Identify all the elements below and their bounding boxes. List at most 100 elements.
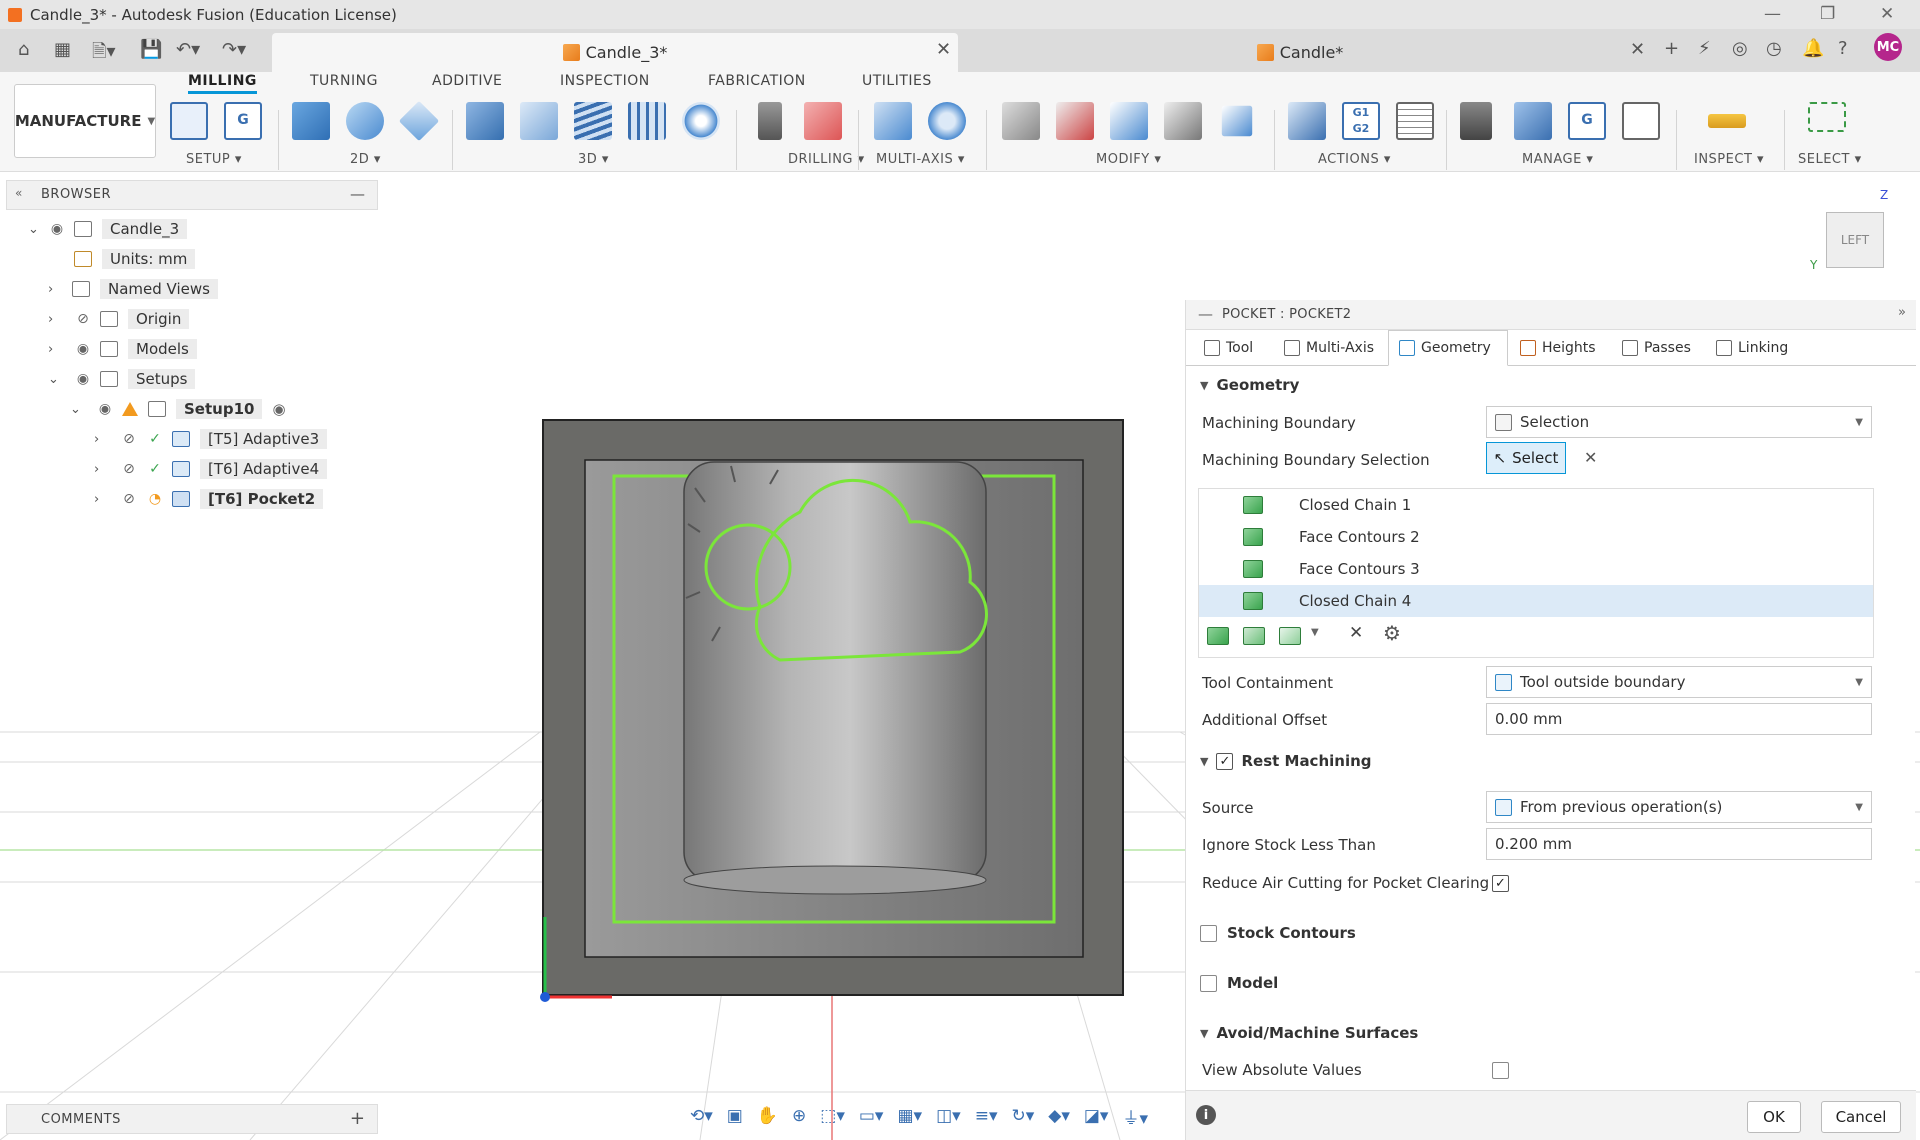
group-modify[interactable]: MODIFY ▾ [1096,152,1161,167]
close-tab-icon[interactable]: ✕ [1630,39,1645,60]
tab-geometry[interactable]: Geometry [1388,330,1508,366]
browser-item-pocket2[interactable]: › ⊘ ◔ [T6] Pocket2 [94,486,324,512]
machining-boundary-select[interactable]: Selection ▼ [1486,406,1872,438]
browser-item-models[interactable]: › ◉ Models [48,336,197,362]
list-item[interactable]: Face Contours 3 [1199,553,1873,585]
group-inspect[interactable]: INSPECT ▾ [1694,152,1764,167]
measure-icon[interactable] [1708,114,1746,128]
section-analysis-icon[interactable]: ◪▾ [1084,1106,1109,1126]
tab-turning[interactable]: TURNING [310,73,378,89]
machine-library-icon[interactable] [1514,102,1552,140]
group-select[interactable]: SELECT ▾ [1798,152,1862,167]
model-checkbox[interactable] [1200,974,1217,992]
notifications-icon[interactable]: 🔔 [1802,38,1824,59]
browser-item-origin[interactable]: › ⊘ Origin [48,306,190,332]
filter-icon[interactable]: ⏚▾ [1122,1104,1148,1129]
eye-icon[interactable]: ◉ [96,401,114,417]
tool-containment-select[interactable]: Tool outside boundary ▼ [1486,666,1872,698]
browser-item-setup10[interactable]: ⌄ ◉ Setup10 ◉ [70,396,286,422]
contour-2d-icon[interactable] [398,100,440,142]
template-library-icon[interactable] [1622,102,1660,140]
expand-panel-icon[interactable]: » [1898,305,1906,320]
close-tab-icon[interactable]: ✕ [936,39,951,60]
add-silhouette-icon[interactable] [1279,627,1301,645]
group-3d[interactable]: 3D ▾ [578,152,609,167]
list-item[interactable]: Face Contours 2 [1199,521,1873,553]
tab-additive[interactable]: ADDITIVE [432,73,502,89]
chevron-down-icon[interactable]: ⌄ [70,402,96,417]
section-geometry[interactable]: ▼ Geometry [1200,376,1299,394]
chevron-right-icon[interactable]: › [48,312,74,327]
browser-item-units[interactable]: Units: mm [74,246,196,272]
stock-display-icon[interactable]: ◆▾ [1048,1106,1070,1126]
eye-hidden-icon[interactable]: ⊘ [120,431,138,447]
eye-hidden-icon[interactable]: ⊘ [120,461,138,477]
list-item[interactable]: Closed Chain 1 [1199,489,1873,521]
pan-icon[interactable]: ✋ [757,1106,778,1126]
viewports-icon[interactable]: ◫▾ [936,1106,961,1126]
view-cube[interactable]: LEFT [1826,212,1884,268]
collapse-panel-icon[interactable]: « [15,186,22,200]
chevron-down-icon[interactable]: ⌄ [28,222,48,237]
nc-program-icon[interactable]: G [224,102,262,140]
save-icon[interactable]: 💾 [140,39,162,60]
face-2d-icon[interactable] [292,102,330,140]
active-setup-icon[interactable]: ◉ [272,400,285,418]
drill-icon[interactable] [758,102,782,140]
undo-icon[interactable]: ↶▾ [176,39,200,60]
tab-heights[interactable]: Heights [1510,330,1610,366]
cancel-button[interactable]: Cancel [1821,1101,1901,1133]
chevron-right-icon[interactable]: › [94,462,120,477]
help-icon[interactable]: ? [1838,38,1848,59]
display-settings-icon[interactable]: ▭▾ [859,1106,884,1126]
online-status-icon[interactable]: ◎ [1732,38,1748,59]
workspace-switcher[interactable]: MANUFACTURE ▼ [14,84,156,158]
group-manage[interactable]: MANAGE ▾ [1522,152,1593,167]
pattern-icon[interactable] [1221,105,1253,137]
chevron-down-icon[interactable]: ⌄ [48,372,74,387]
scallop-icon[interactable] [682,102,720,140]
ignore-stock-input[interactable]: 0.200 mm [1486,828,1872,860]
tab-inspection[interactable]: INSPECTION [560,73,650,89]
browser-item-root[interactable]: ⌄ ◉ Candle_3 [28,216,188,242]
browser-item-adaptive3[interactable]: › ⊘ ✓ [T5] Adaptive3 [94,426,328,452]
source-select[interactable]: From previous operation(s) ▼ [1486,791,1872,823]
tab-candle[interactable]: Candle* [960,33,1640,72]
chevron-right-icon[interactable]: › [94,432,120,447]
section-rest-machining[interactable]: ▼ ✓ Rest Machining [1200,752,1372,770]
minimize-icon[interactable]: — [1764,4,1781,24]
view-absolute-checkbox[interactable] [1492,1062,1509,1079]
additional-offset-input[interactable]: 0.00 mm [1486,703,1872,735]
section-stock-contours[interactable]: Stock Contours [1200,924,1356,942]
pocket-2d-icon[interactable] [346,102,384,140]
gear-icon[interactable]: ⚙ [1383,621,1401,645]
group-2d[interactable]: 2D ▾ [350,152,381,167]
eye-icon[interactable]: ◉ [74,371,92,387]
group-multi-axis[interactable]: MULTI-AXIS ▾ [876,152,965,167]
close-window-icon[interactable]: ✕ [1880,4,1894,24]
tab-candle-3[interactable]: Candle_3* [272,33,958,72]
select-window-icon[interactable] [1808,102,1846,132]
hole-recognition-icon[interactable] [804,102,842,140]
tab-multi-axis[interactable]: Multi-Axis [1274,330,1394,366]
extensions-icon[interactable]: ⚡ [1698,38,1711,59]
tab-tool[interactable]: Tool [1196,330,1274,366]
post-library-icon[interactable]: G [1568,102,1606,140]
new-tab-icon[interactable]: + [1664,38,1679,59]
eye-hidden-icon[interactable]: ⊘ [120,491,138,507]
browser-panel-header[interactable]: « BROWSER — [6,180,378,210]
steep-shallow-icon[interactable] [574,102,612,140]
avatar[interactable]: MC [1874,33,1902,61]
home-icon[interactable]: ⌂ [18,39,29,60]
select-button[interactable]: ↖ Select [1486,442,1566,474]
tab-passes[interactable]: Passes [1612,330,1704,366]
restore-icon[interactable]: ❐ [1820,4,1835,24]
file-menu-icon[interactable]: 🗎▾ [92,39,116,69]
parallel-icon[interactable] [628,102,666,140]
edit-toolpath-icon[interactable] [1002,102,1040,140]
browser-item-setups[interactable]: ⌄ ◉ Setups [48,366,196,392]
look-at-icon[interactable]: ▣ [727,1106,743,1126]
comments-panel[interactable]: COMMENTS + [6,1104,378,1134]
chevron-right-icon[interactable]: › [48,282,74,297]
add-face-icon[interactable] [1243,627,1265,645]
